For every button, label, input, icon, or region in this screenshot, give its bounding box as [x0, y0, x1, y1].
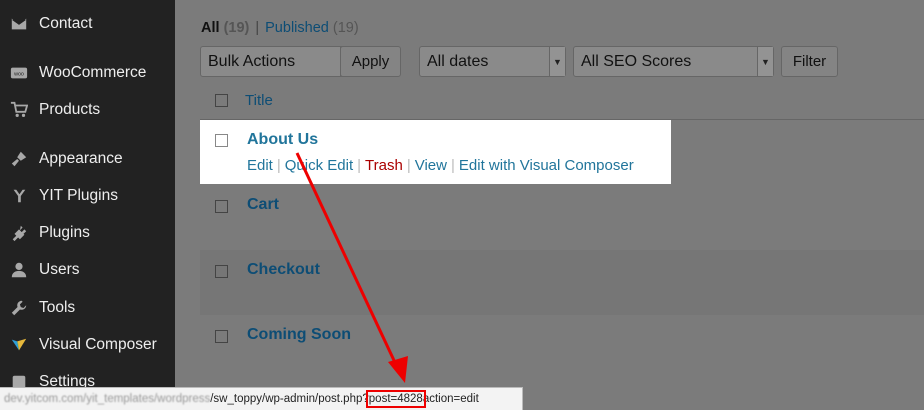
column-title[interactable]: Title [245, 92, 273, 109]
sidebar-item-appearance[interactable]: Appearance [0, 142, 175, 176]
admin-sidebar: Contact woo WooCommerce Products Appeara… [0, 0, 175, 410]
chevron-down-icon: ▼ [757, 47, 773, 76]
bulk-actions-value: Bulk Actions [208, 53, 296, 70]
sidebar-item-label: Contact [39, 15, 93, 32]
sidebar-item-label: Visual Composer [39, 336, 157, 353]
dates-value: All dates [427, 53, 489, 70]
sidebar-item-products[interactable]: Products [0, 93, 175, 127]
svg-text:woo: woo [13, 71, 24, 77]
browser-status-bar: dev.yitcom.com/yit_templates/wordpress/s… [0, 387, 523, 410]
action-separator: | [357, 157, 362, 174]
row-title-link[interactable]: About Us [247, 131, 318, 149]
view-link[interactable]: View [415, 157, 447, 174]
table-header: Title [200, 83, 924, 120]
trash-link[interactable]: Trash [365, 157, 403, 174]
row-title-link[interactable]: Checkout [247, 261, 320, 279]
filter-separator: | [255, 20, 260, 36]
chevron-down-icon: ▼ [549, 47, 565, 76]
filter-published[interactable]: Published (19) [265, 20, 359, 36]
cart-icon [9, 100, 29, 120]
filter-button[interactable]: Filter [781, 46, 838, 77]
sidebar-item-users[interactable]: Users [0, 253, 175, 287]
filter-all[interactable]: All (19) [201, 20, 249, 36]
visual-composer-icon [9, 335, 29, 355]
posts-list-panel: All (19) | Published (19) Bulk Actions ▼ A… [175, 0, 924, 410]
edit-with-visual-composer-link[interactable]: Edit with Visual Composer [459, 157, 634, 174]
row-checkbox[interactable] [215, 134, 228, 147]
sidebar-item-label: Plugins [39, 224, 90, 241]
sidebar-item-label: Products [39, 101, 101, 118]
paintbrush-icon [9, 149, 29, 169]
plug-icon [9, 223, 29, 243]
edit-link[interactable]: Edit [247, 157, 273, 174]
status-url-host: dev.yitcom.com/yit_templates/wordpress [4, 393, 211, 405]
sidebar-item-label: YIT Plugins [39, 187, 118, 204]
table-row: Coming Soon [200, 315, 924, 380]
select-all-checkbox[interactable] [215, 94, 228, 107]
yit-icon [9, 186, 29, 206]
woocommerce-icon: woo [9, 63, 29, 83]
status-url-path: /sw_toppy/wp-admin/post.php? [210, 393, 369, 405]
dates-select[interactable]: All dates ▼ [419, 46, 566, 77]
row-actions: Edit | Quick Edit | Trash | View | Edit with Vis… [247, 157, 634, 174]
table-row-highlighted: About Us Edit | Quick Edit | Trash | View | Edit… [200, 120, 671, 184]
sidebar-item-woocommerce[interactable]: woo WooCommerce [0, 56, 175, 90]
row-checkbox[interactable] [215, 265, 228, 278]
sidebar-item-label: Appearance [39, 150, 123, 167]
sidebar-item-label: Users [39, 261, 80, 278]
sidebar-item-yit-plugins[interactable]: YIT Plugins [0, 179, 175, 213]
sidebar-item-label: Tools [39, 299, 76, 316]
row-checkbox[interactable] [215, 330, 228, 343]
seo-scores-select[interactable]: All SEO Scores ▼ [573, 46, 774, 77]
bulk-actions-select[interactable]: Bulk Actions ▼ [200, 46, 357, 77]
sidebar-item-label: WooCommerce [39, 64, 147, 81]
seo-scores-value: All SEO Scores [581, 53, 692, 70]
row-checkbox[interactable] [215, 200, 228, 213]
apply-button[interactable]: Apply [340, 46, 401, 77]
sidebar-item-visual-composer[interactable]: Visual Composer [0, 328, 175, 362]
sidebar-item-contact[interactable]: Contact [0, 7, 175, 41]
action-separator: | [406, 157, 411, 174]
quick-edit-link[interactable]: Quick Edit [285, 157, 353, 174]
action-separator: | [450, 157, 455, 174]
status-filters: All (19) | Published (19) [201, 20, 359, 36]
row-title-link[interactable]: Cart [247, 196, 279, 214]
row-title-link[interactable]: Coming Soon [247, 326, 351, 344]
action-separator: | [276, 157, 281, 174]
envelope-icon [9, 14, 29, 34]
table-row: Cart [200, 185, 924, 250]
sidebar-item-tools[interactable]: Tools [0, 291, 175, 325]
table-row: Checkout [200, 250, 924, 315]
wrench-icon [9, 298, 29, 318]
user-icon [9, 260, 29, 280]
status-url-post-id: post=4828 [365, 390, 426, 408]
sidebar-item-plugins[interactable]: Plugins [0, 216, 175, 250]
status-url-action: action=edit [422, 393, 479, 405]
